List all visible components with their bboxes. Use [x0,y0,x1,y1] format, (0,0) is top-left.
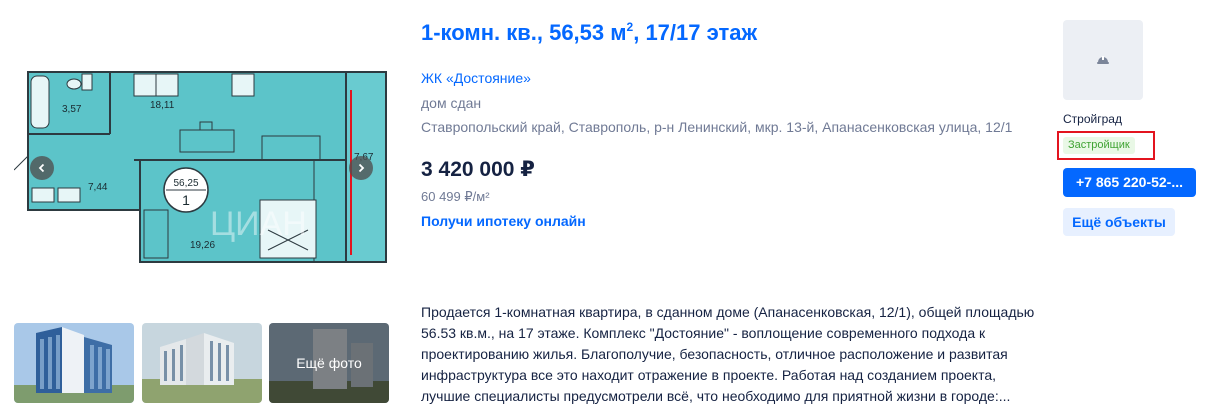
room-kitchen-label: 18,11 [150,100,175,111]
gallery-next-button[interactable] [349,156,373,180]
chevron-right-icon [358,163,365,173]
rooms-count-label: 1 [182,192,190,208]
photo-thumbnail[interactable] [14,323,134,403]
address-text: Ставропольский край, Ставрополь, р-н Лен… [421,119,1013,135]
show-phone-button[interactable]: +7 865 220-52-... [1063,168,1196,197]
developer-badge-highlight: Застройщик [1057,131,1155,160]
listing-title-tail: , 17/17 этаж [633,20,758,45]
complex-link[interactable]: ЖК «Достояние» [421,70,531,86]
price-per-m2: 60 499 ₽/м² [421,189,490,204]
listing-title-main: 1-комн. кв., 56,53 м [421,20,627,45]
helmet-icon [1097,56,1109,64]
mortgage-link[interactable]: Получи ипотеку онлайн [421,213,586,229]
floorplan-drawing: 3,57 18,11 7,44 19,26 7,67 56,25 1 ЦИАН [14,71,387,263]
room-hall-label: 7,44 [88,182,108,193]
floorplan-image[interactable]: 3,57 18,11 7,44 19,26 7,67 56,25 1 ЦИАН [14,60,390,272]
price-value: 3 420 000 ₽ [421,158,535,181]
building-photo [14,323,134,403]
building-photo [142,323,262,403]
more-photos-label: Ещё фото [269,323,389,403]
total-area-label: 56,25 [173,178,198,189]
developer-logo[interactable] [1063,20,1143,100]
chevron-left-icon [38,163,45,173]
developer-badge: Застройщик [1063,137,1135,154]
listing-title[interactable]: 1-комн. кв., 56,53 м2, 17/17 этаж [421,20,757,46]
listing-description: Продается 1-комнатная квартира, в сданно… [421,304,1035,404]
more-photos-thumbnail[interactable]: Ещё фото [269,323,389,403]
room-bath-label: 3,57 [62,104,82,115]
photo-thumbnail[interactable] [142,323,262,403]
building-status: дом сдан [421,95,482,111]
watermark-text: ЦИАН [210,205,307,243]
more-objects-button[interactable]: Ещё объекты [1063,208,1175,236]
gallery-prev-button[interactable] [30,156,54,180]
developer-name[interactable]: Стройград [1063,112,1122,126]
